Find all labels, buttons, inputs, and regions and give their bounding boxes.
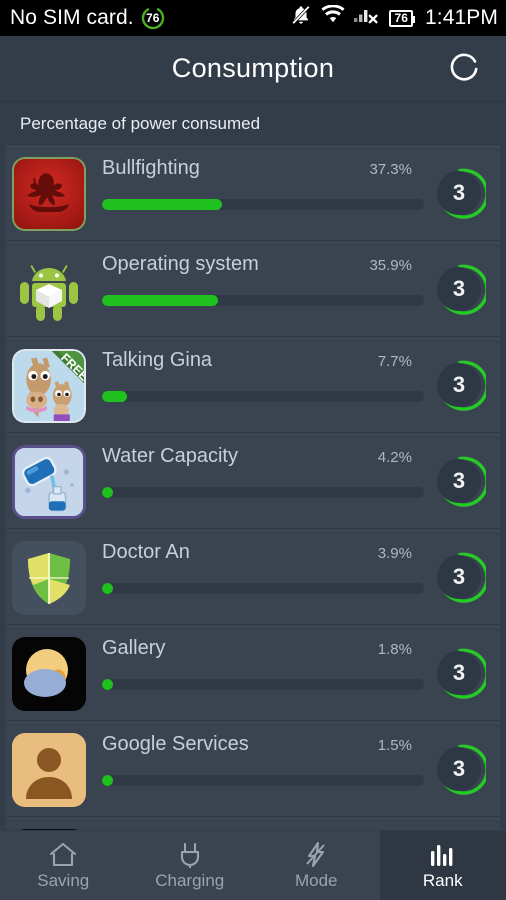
water-capacity-app-icon (12, 444, 86, 519)
consumption-bar (102, 294, 424, 306)
app-name: Doctor An (102, 540, 190, 563)
partial-app-icon (12, 828, 86, 830)
consumption-bar-fill (102, 486, 114, 498)
consumption-bar (102, 486, 424, 498)
consumption-bar (102, 198, 424, 210)
list-item[interactable]: Google Services 1.5% 3 (6, 722, 500, 816)
rank-badge[interactable]: 3 (434, 360, 486, 412)
rank-badge[interactable]: 3 (434, 744, 486, 796)
lightning-icon (303, 840, 329, 868)
nav-label: Rank (422, 871, 463, 890)
consumption-bar-fill (102, 774, 114, 786)
android-os-icon (12, 252, 86, 327)
badge-value: 3 (437, 458, 481, 503)
consumption-bar (102, 678, 424, 690)
status-bar-right: 76 1:41PM (290, 4, 498, 32)
nav-item-saving[interactable]: Saving (0, 831, 127, 900)
rank-badge[interactable]: 3 (434, 552, 486, 604)
percent-label: 1.5% (377, 736, 412, 754)
battery-ring-value: 76 (145, 11, 160, 25)
title-bar: Consumption (0, 36, 506, 102)
wifi-icon (321, 4, 345, 31)
rank-badge[interactable]: 3 (434, 456, 486, 508)
battery-icon: 76 (389, 9, 415, 27)
rank-badge[interactable]: 3 (434, 168, 486, 220)
list-item-partial[interactable] (6, 818, 500, 830)
nav-label: Charging (155, 871, 225, 890)
page-title: Consumption (171, 53, 335, 83)
percent-label: 1.8% (377, 640, 412, 658)
app-name: Bullfighting (102, 156, 200, 179)
list-item-content: Operating system 35.9% (86, 253, 424, 327)
nav-item-mode[interactable]: Mode (253, 831, 380, 900)
list-item-content: Bullfighting 37.3% (86, 157, 424, 231)
list-item[interactable]: Gallery 1.8% 3 (6, 626, 500, 720)
list-item[interactable]: Doctor An 3.9% 3 (6, 530, 500, 624)
app-name: Gallery (102, 636, 166, 659)
app-root: No SIM card. 76 76 1:41PM Consumption Pe… (0, 0, 506, 900)
list-item[interactable]: Water Capacity 4.2% 3 (6, 434, 500, 528)
status-bar: No SIM card. 76 76 1:41PM (0, 0, 506, 36)
nav-label: Saving (37, 871, 90, 890)
consumption-bar-fill (102, 390, 127, 402)
home-icon (48, 840, 78, 868)
clock-label: 1:41PM (425, 6, 498, 29)
list-item-content: Doctor An 3.9% (86, 541, 424, 615)
notifications-muted-icon (290, 4, 312, 32)
consumption-bar-fill (102, 294, 218, 306)
badge-value: 3 (437, 746, 481, 791)
battery-level-value: 76 (394, 11, 409, 25)
badge-value: 3 (437, 362, 481, 407)
consumption-bar-fill (102, 198, 223, 210)
carrier-label: No SIM card. (10, 6, 134, 29)
badge-value: 3 (437, 266, 481, 311)
app-name: Talking Gina (102, 348, 213, 371)
cellular-signal-off-icon (354, 5, 380, 31)
bottom-navigation: Saving Charging Mode Rank (0, 831, 506, 900)
refresh-icon (450, 53, 478, 81)
nav-item-rank[interactable]: Rank (379, 831, 506, 900)
plug-icon (176, 840, 204, 868)
bullfighting-app-icon (12, 156, 86, 231)
list-item-content: Gallery 1.8% (86, 637, 424, 711)
list-item-content: Google Services 1.5% (86, 733, 424, 807)
section-title: Percentage of power consumed (0, 102, 506, 146)
gallery-app-icon (12, 636, 86, 711)
app-name: Water Capacity (102, 444, 238, 467)
doctor-an-app-icon (12, 540, 86, 615)
refresh-button[interactable] (440, 45, 488, 93)
badge-value: 3 (437, 650, 481, 695)
percent-label: 37.3% (369, 160, 412, 178)
status-bar-left: No SIM card. 76 (10, 6, 290, 30)
list-item[interactable]: FREE Talking Gina 7.7% 3 (6, 338, 500, 432)
list-item[interactable]: Operating system 35.9% 3 (6, 242, 500, 336)
percent-label: 35.9% (369, 256, 412, 274)
app-name: Google Services (102, 732, 249, 755)
consumption-bar-fill (102, 582, 114, 594)
battery-ring-icon: 76 (141, 6, 165, 30)
bar-chart-icon (428, 840, 458, 868)
consumption-list[interactable]: Bullfighting 37.3% 3 Operating system 35… (0, 146, 506, 830)
percent-label: 3.9% (377, 544, 412, 562)
list-item-content: Water Capacity 4.2% (86, 445, 424, 519)
list-item[interactable]: Bullfighting 37.3% 3 (6, 146, 500, 240)
badge-value: 3 (437, 170, 481, 215)
consumption-bar (102, 774, 424, 786)
percent-label: 4.2% (377, 448, 412, 466)
rank-badge[interactable]: 3 (434, 648, 486, 700)
rank-badge[interactable]: 3 (434, 264, 486, 316)
percent-label: 7.7% (377, 352, 412, 370)
list-item-content: Talking Gina 7.7% (86, 349, 424, 423)
talking-gina-app-icon: FREE (12, 348, 86, 423)
nav-item-charging[interactable]: Charging (127, 831, 254, 900)
consumption-bar-fill (102, 678, 114, 690)
app-name: Operating system (102, 252, 259, 275)
badge-value: 3 (437, 554, 481, 599)
google-services-app-icon (12, 732, 86, 807)
nav-label: Mode (294, 871, 338, 890)
consumption-bar (102, 582, 424, 594)
consumption-bar (102, 390, 424, 402)
